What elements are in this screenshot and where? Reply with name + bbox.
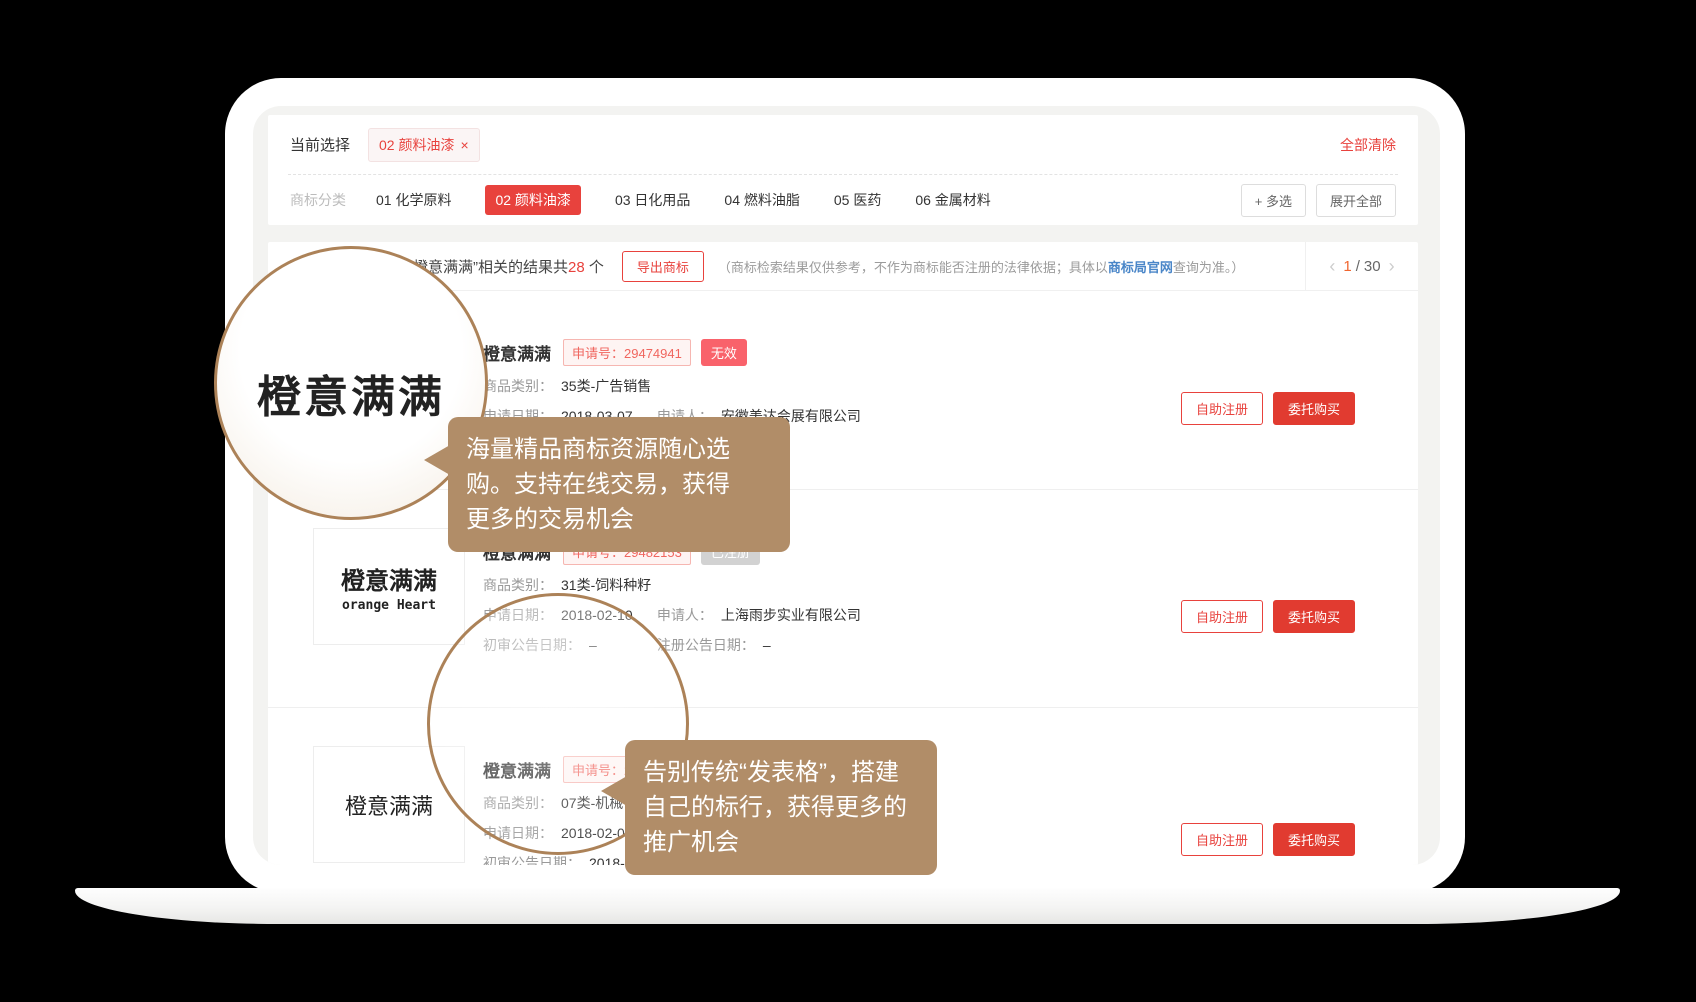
- laptop-base: [75, 888, 1620, 924]
- category-item-05[interactable]: 05 医药: [834, 185, 881, 215]
- current-page: 1: [1343, 258, 1351, 275]
- category-row: 商标分类 01 化学原料 02 颜料油漆 03 日化用品 04 燃料油脂 05 …: [268, 175, 1418, 225]
- trademark-image: 橙意满满 orange Heart: [313, 528, 465, 645]
- trademark-office-link[interactable]: 商标局官网: [1108, 260, 1173, 275]
- category-item-03[interactable]: 03 日化用品: [615, 185, 690, 215]
- page: 当前选择 02 颜料油漆 × 全部清除 商标分类 01 化学原料 02 颜料油漆…: [0, 0, 1696, 1002]
- self-register-button[interactable]: 自助注册: [1181, 600, 1263, 633]
- category-item-01[interactable]: 01 化学原料: [376, 185, 451, 215]
- page-separator: /: [1356, 258, 1360, 275]
- trademark-name: 橙意满满: [483, 340, 551, 365]
- magnified-trademark-text: 橙意满满: [257, 361, 445, 425]
- category-row-label: 商标分类: [290, 190, 346, 210]
- pagination: ‹ 1 / 30 ›: [1305, 242, 1418, 290]
- next-page-icon[interactable]: ›: [1381, 256, 1403, 277]
- callout-bubble: 告别传统“发表格”，搭建 自己的标行，获得更多的 推广机会: [625, 740, 937, 875]
- prev-page-icon[interactable]: ‹: [1321, 256, 1343, 277]
- current-selection-label: 当前选择: [290, 134, 350, 155]
- status-badge: 无效: [701, 339, 747, 366]
- category-item-04[interactable]: 04 燃料油脂: [724, 185, 799, 215]
- export-trademarks-button[interactable]: 导出商标: [622, 251, 704, 282]
- entrust-purchase-button[interactable]: 委托购买: [1273, 600, 1355, 633]
- self-register-button[interactable]: 自助注册: [1181, 823, 1263, 856]
- multi-select-button[interactable]: + 多选: [1241, 184, 1306, 217]
- clear-all-link[interactable]: 全部清除: [1340, 135, 1396, 155]
- selected-filter-tag-label: 02 颜料油漆: [379, 135, 454, 155]
- callout-bubble: 海量精品商标资源随心选 购。支持在线交易，获得 更多的交易机会: [448, 417, 790, 552]
- magnifier-circle: 橙意满满: [214, 246, 488, 520]
- selected-filter-tag[interactable]: 02 颜料油漆 ×: [368, 128, 480, 162]
- entrust-purchase-button[interactable]: 委托购买: [1273, 823, 1355, 856]
- entrust-purchase-button[interactable]: 委托购买: [1273, 392, 1355, 425]
- total-pages: 30: [1364, 258, 1381, 275]
- category-item-06[interactable]: 06 金属材料: [915, 185, 990, 215]
- remove-filter-icon[interactable]: ×: [460, 137, 468, 153]
- expand-all-button[interactable]: 展开全部: [1316, 184, 1396, 217]
- summary-suffix: 个: [585, 259, 604, 276]
- category-item-02-selected[interactable]: 02 颜料油漆: [485, 185, 580, 215]
- results-count: 28: [568, 259, 585, 276]
- application-number-tag: 申请号：29474941: [563, 339, 691, 366]
- disclaimer-text: （商标检索结果仅供参考，不作为商标能否注册的法律依据；具体以商标局官网查询为准。…: [718, 257, 1245, 276]
- filter-card: 当前选择 02 颜料油漆 × 全部清除 商标分类 01 化学原料 02 颜料油漆…: [268, 115, 1418, 225]
- self-register-button[interactable]: 自助注册: [1181, 392, 1263, 425]
- current-selection-row: 当前选择 02 颜料油漆 × 全部清除: [268, 115, 1418, 174]
